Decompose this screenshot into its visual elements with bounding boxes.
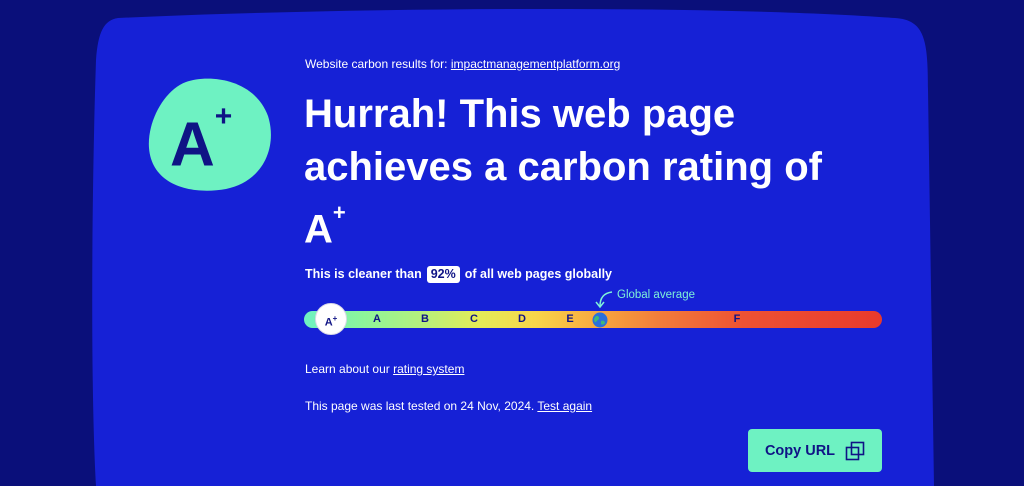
copy-icon [845,441,865,460]
scale-grade-e: E [566,313,574,325]
headline-line-2: achieves a carbon rating of [304,145,822,189]
globe-icon [592,312,608,328]
results-for-line: Website carbon results for: impactmanage… [305,57,620,71]
cleaner-than-statement: This is cleaner than 92% of all web page… [305,265,613,283]
global-average-label: Global average [617,289,695,301]
learn-rating-line: Learn about our rating system [305,362,465,376]
scale-grade-b: B [421,313,429,325]
rating-system-link[interactable]: rating system [393,362,464,376]
headline-line-1: Hurrah! This web page [304,92,736,136]
curved-arrow-icon [595,291,613,309]
page-title: Hurrah! This web page achieves a carbon … [304,88,904,256]
scale-grade-c: C [470,313,478,325]
tested-site-link[interactable]: impactmanagementplatform.org [451,57,620,71]
scale-grade-d: D [518,313,526,325]
last-tested-line: This page was last tested on 24 Nov, 202… [305,399,593,413]
copy-url-label: Copy URL [764,442,836,459]
current-rating-marker: A+ [315,303,347,335]
headline-grade: A+ [304,200,346,252]
cleaner-percent-badge: 92% [426,265,460,283]
test-again-link[interactable]: Test again [537,399,592,413]
rating-badge-grade: A+ [170,100,232,180]
scale-grade-f: F [733,313,741,325]
copy-url-button[interactable]: Copy URL [748,429,882,472]
results-for-label: Website carbon results for: [305,57,448,71]
scale-grade-a: A [373,313,381,325]
